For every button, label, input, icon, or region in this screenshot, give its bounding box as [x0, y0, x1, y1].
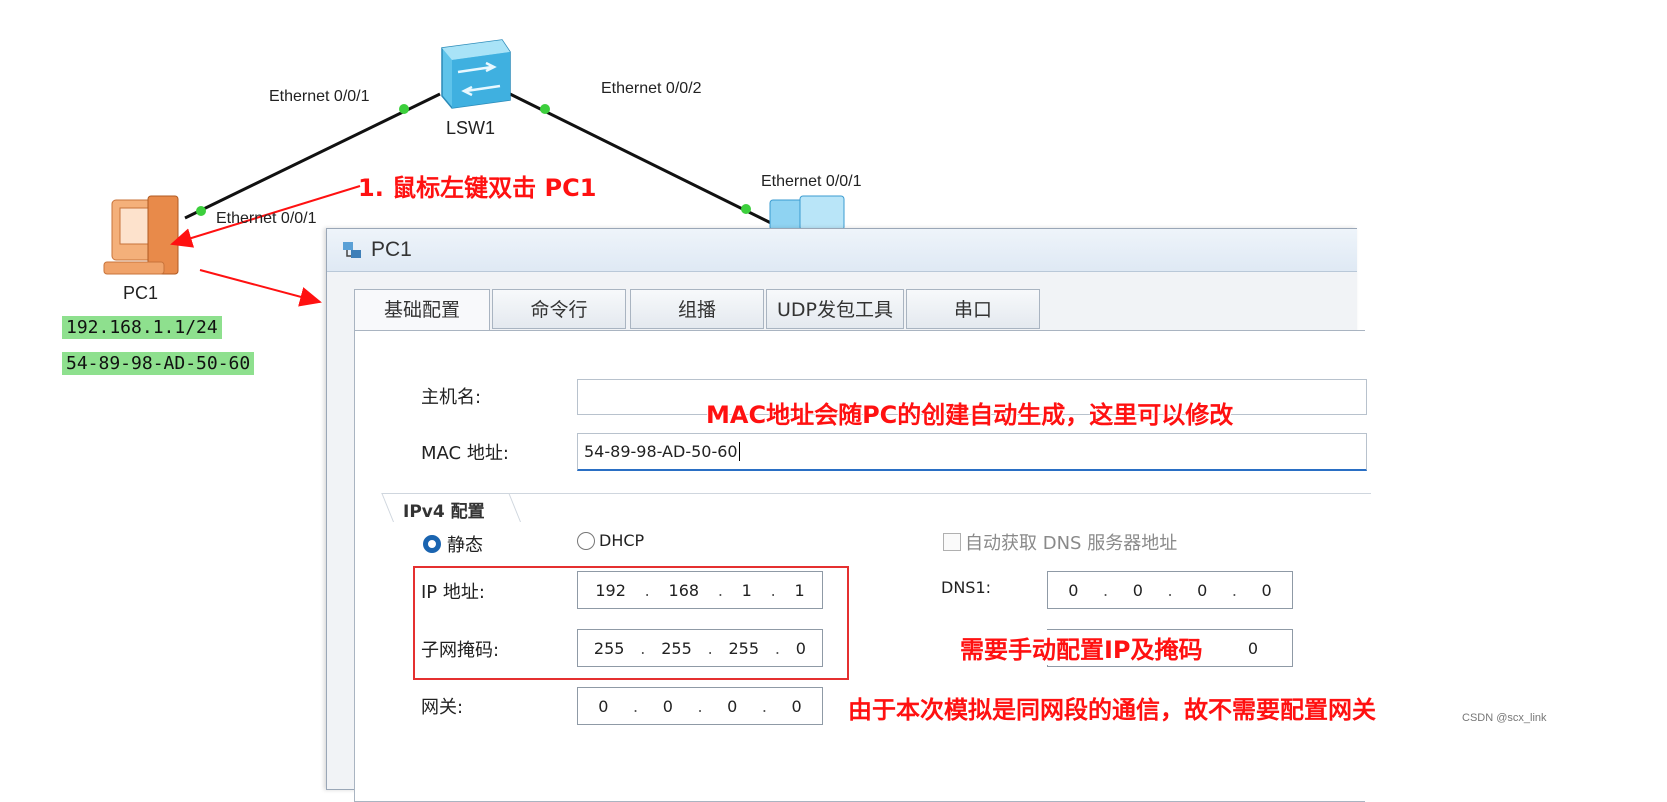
gateway-label: 网关: — [421, 697, 464, 718]
ipv4-group-label: IPv4 配置 — [403, 502, 485, 522]
switch-label[interactable]: LSW1 — [446, 118, 495, 139]
pc1-mac-tag: 54-89-98-AD-50-60 — [62, 352, 255, 375]
switch-icon — [441, 39, 511, 109]
mac-input[interactable]: 54-89-98-AD-50-60 — [577, 433, 1367, 471]
tab-udp-tool[interactable]: UDP发包工具 — [766, 289, 904, 329]
pc1-label[interactable]: PC1 — [123, 283, 158, 304]
gw-octet-4: 0 — [791, 696, 802, 716]
static-radio[interactable]: 静态 — [423, 531, 483, 557]
dns1-octet-2: 0 — [1132, 580, 1143, 600]
annotation-ip-note: 需要手动配置IP及掩码 — [960, 630, 1203, 665]
port-label-lsw1-e001: Ethernet 0/0/1 — [269, 88, 370, 105]
window-title: PC1 — [371, 238, 412, 261]
link-lsw1-pc2 — [509, 92, 776, 227]
dns1-label: DNS1: — [941, 578, 992, 597]
hostname-label: 主机名: — [421, 387, 482, 408]
auto-dns-label: 自动获取 DNS 服务器地址 — [965, 533, 1178, 554]
pc-window-icon — [343, 242, 361, 258]
tab-command-line[interactable]: 命令行 — [492, 289, 626, 329]
dhcp-radio-dot[interactable] — [577, 531, 595, 550]
gateway-input[interactable]: 0. 0. 0. 0 — [577, 687, 823, 725]
annotation-step1: 1. 鼠标左键双击 PC1 — [358, 174, 597, 202]
pc1-ip-tag: 192.168.1.1/24 — [62, 316, 222, 339]
tab-multicast[interactable]: 组播 — [630, 289, 764, 329]
tab-basic-config[interactable]: 基础配置 — [354, 289, 490, 332]
dns1-octet-1: 0 — [1068, 580, 1079, 600]
auto-dns-checkbox[interactable]: 自动获取 DNS 服务器地址 — [943, 529, 1177, 555]
tab-serial[interactable]: 串口 — [906, 289, 1040, 329]
port-label-pc2-e001: Ethernet 0/0/1 — [761, 173, 862, 190]
dns1-octet-3: 0 — [1197, 580, 1208, 600]
mac-value: 54-89-98-AD-50-60 — [584, 442, 738, 461]
port-label-pc1-e001: Ethernet 0/0/1 — [216, 210, 317, 227]
dns1-octet-4: 0 — [1261, 580, 1272, 600]
annotation-gateway-note: 由于本次模拟是同网段的通信，故不需要配置网关 — [848, 696, 1376, 724]
dns1-input[interactable]: 0. 0. 0. 0 — [1047, 571, 1293, 609]
static-radio-dot[interactable] — [423, 535, 441, 553]
window-titlebar[interactable]: PC1 — [327, 229, 1357, 272]
dns2-octet-4: 0 — [1247, 638, 1258, 658]
gw-octet-2: 0 — [662, 696, 673, 716]
port-label-lsw1-e002: Ethernet 0/0/2 — [601, 80, 702, 97]
mac-label: MAC 地址: — [421, 443, 509, 464]
auto-dns-check[interactable] — [943, 533, 961, 551]
dhcp-radio[interactable]: DHCP — [577, 531, 644, 550]
annotation-mac-note: MAC地址会随PC的创建自动生成，这里可以修改 — [706, 401, 1234, 429]
gw-octet-3: 0 — [727, 696, 738, 716]
pc1-icon — [103, 195, 179, 275]
static-label: 静态 — [447, 535, 483, 556]
ip-mask-highlight-box — [413, 566, 849, 680]
watermark: CSDN @scx_link — [1462, 712, 1547, 724]
dhcp-label: DHCP — [599, 531, 645, 550]
ipv4-group-divider — [391, 493, 1371, 522]
gw-octet-1: 0 — [598, 696, 609, 716]
pc2-icon — [769, 195, 845, 231]
